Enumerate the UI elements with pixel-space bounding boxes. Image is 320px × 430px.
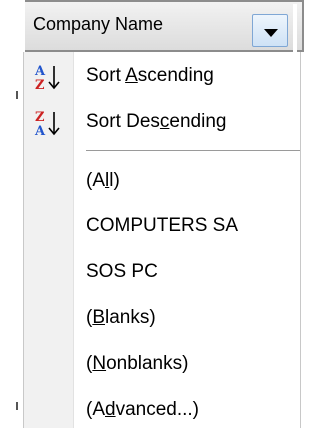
filter-option-sos-pc[interactable]: SOS PC [24, 252, 300, 292]
sort-descending-icon: Z A [34, 110, 60, 139]
filter-option-nonblanks[interactable]: (Nonblanks) [24, 344, 300, 384]
svg-text:A: A [34, 64, 46, 79]
menu-item-label: SOS PC [86, 261, 158, 282]
edge-tick [16, 402, 18, 410]
svg-text:Z: Z [35, 78, 45, 93]
filter-option-blanks[interactable]: (Blanks) [24, 298, 300, 338]
menu-item-label: Sort Descending [86, 111, 227, 132]
svg-text:Z: Z [35, 110, 45, 125]
sort-ascending-icon: A Z [34, 64, 60, 93]
filter-dropdown-button[interactable] [252, 14, 288, 47]
menu-item-label: (Advanced...) [86, 399, 200, 420]
menu-item-label: COMPUTERS SA [86, 215, 239, 236]
menu-item-label: (Blanks) [86, 307, 156, 328]
filter-option-all[interactable]: (All) [24, 161, 300, 201]
svg-text:A: A [34, 124, 46, 139]
menu-item-sort-ascending[interactable]: A Z Sort Ascending [24, 56, 300, 96]
menu-item-sort-descending[interactable]: Z A Sort Descending [24, 102, 300, 142]
menu-item-label: Sort Ascending [86, 65, 214, 86]
edge-tick [16, 91, 18, 99]
filter-option-computers-sa[interactable]: COMPUTERS SA [24, 206, 300, 246]
menu-item-label: (Nonblanks) [86, 353, 189, 374]
column-filter-header[interactable]: Company Name [25, 0, 304, 54]
filter-option-advanced[interactable]: (Advanced...) [24, 390, 300, 430]
chevron-down-icon [264, 29, 278, 37]
menu-item-label: (All) [86, 170, 120, 191]
column-header-label: Company Name [33, 14, 164, 34]
menu-separator [86, 150, 300, 151]
filter-menu: A Z Sort Ascending Z A Sort Descending (… [23, 52, 301, 428]
